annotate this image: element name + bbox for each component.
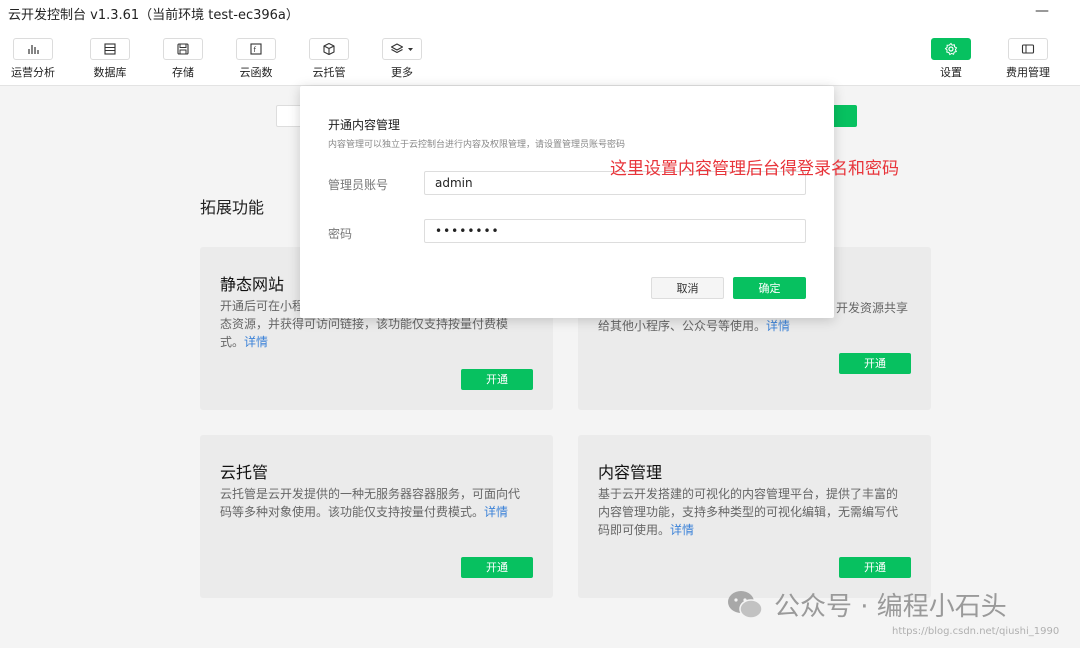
toolbar-label: 设置 [940, 66, 962, 79]
window-title: 云开发控制台 v1.3.61（当前环境 test-ec396a） [8, 8, 299, 23]
toolbar-item-analytics[interactable]: 运营分析 [3, 38, 63, 80]
toolbar-item-storage[interactable]: 存储 [153, 38, 213, 80]
toolbar-label: 运营分析 [11, 66, 55, 79]
card-description: 基于云开发搭建的可视化的内容管理平台，提供了丰富的内容管理功能，支持多种类型的可… [598, 487, 899, 537]
storage-icon [177, 43, 189, 55]
minimize-button[interactable]: — [1032, 2, 1052, 22]
title-bar: 云开发控制台 v1.3.61（当前环境 test-ec396a） — [0, 0, 1080, 26]
password-label: 密码 [328, 227, 353, 241]
svg-text:f: f [254, 46, 257, 54]
annotation-text: 这里设置内容管理后台得登录名和密码 [610, 159, 899, 179]
password-input[interactable] [424, 219, 806, 243]
database-icon [104, 43, 116, 55]
detail-link[interactable]: 详情 [484, 505, 508, 519]
layers-icon [390, 43, 404, 54]
toolbar-label: 费用管理 [1006, 66, 1050, 79]
gear-icon [944, 42, 958, 56]
toolbar-item-cloudrun[interactable]: 云托管 [299, 38, 359, 80]
account-label: 管理员账号 [328, 178, 389, 192]
cube-icon [323, 42, 335, 56]
feature-card-cloudrun: 云托管 云托管是云开发提供的一种无服务器容器服务，可面向代码等多种对象使用。该功… [200, 435, 553, 598]
enable-button[interactable]: 开通 [461, 557, 533, 578]
detail-link[interactable]: 详情 [244, 335, 268, 349]
cancel-button[interactable]: 取消 [651, 277, 724, 299]
tab-button-right[interactable] [830, 105, 857, 127]
toolbar-label: 更多 [391, 66, 413, 79]
enable-button[interactable]: 开通 [839, 353, 911, 374]
toolbar: 运营分析 数据库 存储 f 云函数 云托管 更多 设置 费用管理 [0, 26, 1080, 86]
feature-card-content-management: 内容管理 基于云开发搭建的可视化的内容管理平台，提供了丰富的内容管理功能，支持多… [578, 435, 931, 598]
caret-down-icon [408, 47, 413, 51]
card-description: 云托管是云开发提供的一种无服务器容器服务，可面向代码等多种对象使用。该功能仅支持… [220, 487, 521, 519]
watermark: 公众号 · 编程小石头 [726, 586, 1007, 623]
toolbar-label: 存储 [172, 66, 194, 79]
card-title: 云托管 [220, 463, 269, 482]
toolbar-item-functions[interactable]: f 云函数 [226, 38, 286, 80]
confirm-button[interactable]: 确定 [733, 277, 806, 299]
enable-button[interactable]: 开通 [461, 369, 533, 390]
section-title: 拓展功能 [200, 198, 265, 217]
toolbar-item-billing[interactable]: 费用管理 [998, 38, 1058, 80]
detail-link[interactable]: 详情 [766, 319, 790, 333]
toolbar-label: 数据库 [93, 66, 127, 79]
function-icon: f [250, 43, 262, 55]
toolbar-item-more[interactable]: 更多 [372, 38, 432, 80]
toolbar-item-settings[interactable]: 设置 [921, 38, 981, 80]
watermark-url: https://blog.csdn.net/qiushi_1990 [892, 626, 1060, 637]
dialog-subtitle: 内容管理可以独立于云控制台进行内容及权限管理，请设置管理员账号密码 [328, 140, 626, 150]
enable-cms-dialog: 开通内容管理 内容管理可以独立于云控制台进行内容及权限管理，请设置管理员账号密码… [300, 86, 834, 318]
toolbar-label: 云托管 [312, 66, 346, 79]
detail-link[interactable]: 详情 [670, 523, 694, 537]
billing-icon [1021, 44, 1035, 54]
card-title: 内容管理 [598, 463, 663, 482]
card-title: 静态网站 [220, 275, 285, 294]
watermark-text: 公众号 · 编程小石头 [774, 592, 1007, 622]
bar-chart-icon [28, 45, 39, 54]
wechat-logo-icon [728, 590, 763, 619]
dialog-title: 开通内容管理 [328, 118, 401, 132]
enable-button[interactable]: 开通 [839, 557, 911, 578]
toolbar-label: 云函数 [239, 66, 273, 79]
tab-button-left[interactable] [276, 105, 302, 127]
toolbar-item-database[interactable]: 数据库 [80, 38, 140, 80]
